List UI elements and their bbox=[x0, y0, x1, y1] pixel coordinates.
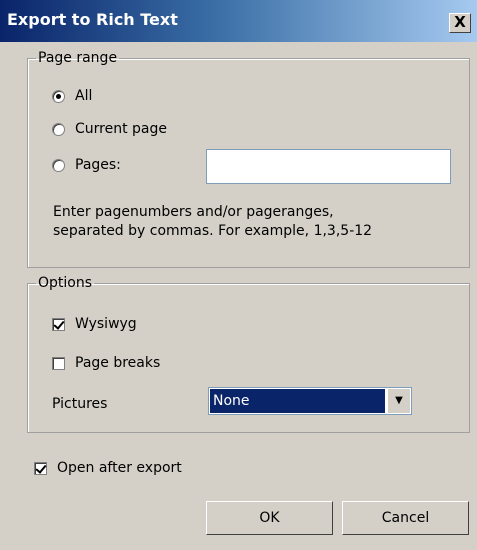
export-dialog: Export to Rich Text X Page range All Cur… bbox=[0, 0, 477, 550]
wysiwyg-label: Wysiwyg bbox=[75, 316, 137, 332]
page-range-hint-line1: Enter pagenumbers and/or pageranges, bbox=[53, 204, 334, 220]
close-icon: X bbox=[454, 13, 466, 31]
pictures-selected-value: None bbox=[210, 389, 385, 413]
cancel-button[interactable]: Cancel bbox=[342, 501, 469, 535]
radio-pages[interactable]: Pages: bbox=[52, 157, 121, 173]
chevron-down-icon[interactable]: ▼ bbox=[387, 389, 410, 413]
radio-all-label: All bbox=[75, 88, 93, 104]
page-range-hint-line2: separated by commas. For example, 1,3,5-… bbox=[53, 223, 373, 239]
wysiwyg-checkbox-row[interactable]: Wysiwyg bbox=[52, 316, 137, 332]
page-breaks-checkbox-row[interactable]: Page breaks bbox=[52, 355, 160, 371]
radio-current-page[interactable]: Current page bbox=[52, 121, 167, 137]
title-bar[interactable]: Export to Rich Text X bbox=[0, 0, 477, 42]
radio-all-button[interactable] bbox=[52, 89, 65, 103]
close-button[interactable]: X bbox=[449, 13, 471, 33]
open-after-export-label: Open after export bbox=[57, 460, 182, 476]
open-after-export-row[interactable]: Open after export bbox=[34, 460, 182, 476]
radio-all[interactable]: All bbox=[52, 88, 92, 104]
wysiwyg-checkbox[interactable] bbox=[52, 317, 65, 331]
radio-current-page-label: Current page bbox=[75, 121, 167, 137]
radio-current-page-button[interactable] bbox=[52, 122, 65, 136]
page-range-legend: Page range bbox=[38, 50, 118, 66]
page-breaks-label: Page breaks bbox=[75, 355, 161, 371]
ok-button[interactable]: OK bbox=[206, 501, 333, 535]
radio-pages-button[interactable] bbox=[52, 158, 65, 172]
options-legend: Options bbox=[38, 275, 93, 291]
radio-pages-label: Pages: bbox=[75, 157, 121, 173]
page-breaks-checkbox[interactable] bbox=[52, 356, 65, 370]
pictures-label: Pictures bbox=[52, 396, 108, 412]
pictures-label-row: Pictures bbox=[52, 396, 107, 412]
dialog-title: Export to Rich Text bbox=[7, 10, 178, 29]
page-range-hint: Enter pagenumbers and/or pageranges, sep… bbox=[53, 203, 453, 241]
pages-input[interactable] bbox=[206, 149, 451, 184]
pictures-select[interactable]: None ▼ bbox=[208, 387, 412, 415]
open-after-export-checkbox[interactable] bbox=[34, 461, 47, 475]
